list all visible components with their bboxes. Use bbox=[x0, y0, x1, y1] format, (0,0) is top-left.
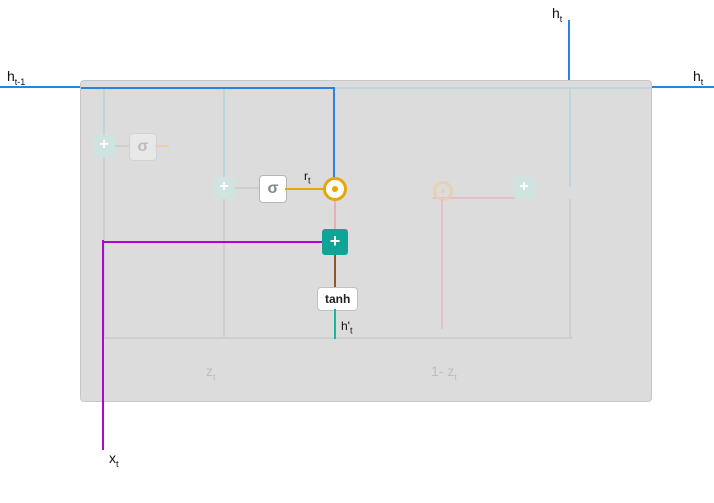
odot-r-h bbox=[323, 177, 347, 201]
wire-faded-xup4 bbox=[569, 199, 571, 337]
wire-faded-pink-down bbox=[441, 199, 443, 329]
label-z-faded: zt bbox=[206, 363, 216, 382]
plus-box-candidate: + bbox=[322, 229, 348, 255]
plus-box-faded-2: + bbox=[213, 177, 235, 199]
wire-hprev-seg bbox=[81, 87, 335, 89]
label-h-prev: ht-1 bbox=[7, 68, 25, 87]
wire-faded-xbus bbox=[103, 337, 573, 339]
wire-x-vertical bbox=[102, 240, 104, 450]
wire-faded-drop5 bbox=[569, 87, 571, 187]
wire-faded-p1-s1 bbox=[115, 145, 129, 147]
wire-r-out bbox=[285, 188, 325, 190]
tanh-box: tanh bbox=[317, 287, 358, 311]
wire-plus-to-tanh bbox=[334, 255, 336, 289]
wire-faded-drop2 bbox=[223, 87, 225, 177]
plus-box-faded-1: + bbox=[93, 135, 115, 157]
wire-h-right-out bbox=[650, 86, 714, 88]
wire-faded-s1-out bbox=[155, 145, 169, 147]
label-h-top: ht bbox=[552, 5, 562, 24]
wire-faded-xup2 bbox=[223, 199, 225, 337]
wire-hprev-down bbox=[333, 87, 335, 181]
wire-h-prev-in bbox=[0, 86, 80, 88]
label-h-cand: h't bbox=[341, 319, 352, 335]
wire-x-to-plus bbox=[103, 241, 322, 243]
label-r: rt bbox=[304, 169, 311, 185]
wire-faded-drop1 bbox=[103, 87, 105, 135]
wire-odot-to-plus bbox=[334, 201, 336, 229]
gru-cell: + + + σ zt 1- zt σ rt + tanh h't bbox=[80, 80, 652, 402]
label-h-right: ht bbox=[693, 68, 703, 87]
wire-hcand bbox=[334, 309, 336, 339]
sigma-box-faded-1: σ bbox=[129, 133, 157, 161]
plus-box-faded-3: + bbox=[513, 177, 535, 199]
sigma-box-r: σ bbox=[259, 175, 287, 203]
label-1mz-faded: 1- zt bbox=[431, 363, 457, 382]
odot-faded bbox=[433, 181, 453, 201]
wire-faded-p2-sig bbox=[235, 187, 259, 189]
wire-h-top-out bbox=[568, 20, 570, 80]
label-x-in: xt bbox=[109, 450, 119, 469]
